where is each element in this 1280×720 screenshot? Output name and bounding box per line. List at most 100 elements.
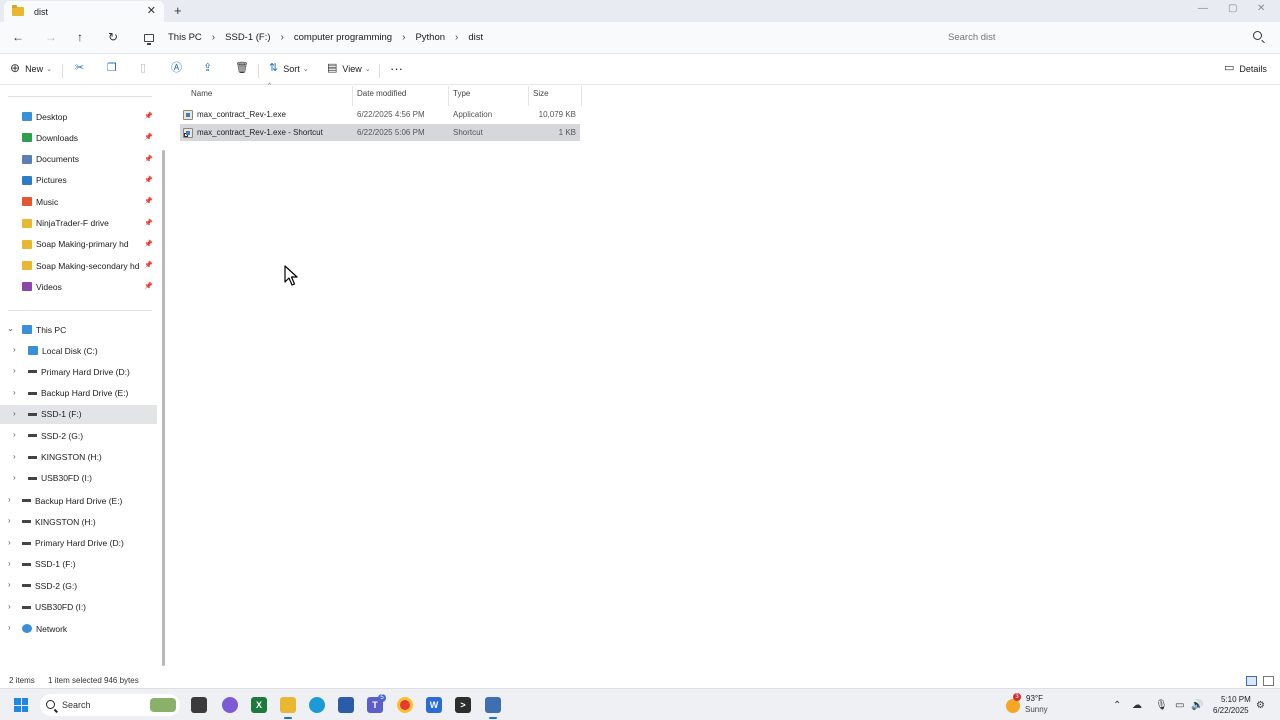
- volume-icon[interactable]: 🔊: [1191, 700, 1203, 711]
- search-input[interactable]: [948, 32, 1228, 43]
- sidebar-item-kingston-h-[interactable]: › KINGSTON (H:): [0, 448, 157, 467]
- onedrive-icon[interactable]: ☁: [1132, 700, 1142, 711]
- search-box[interactable]: [940, 26, 1270, 49]
- sidebar-item-ninjatrader-f-drive[interactable]: NinjaTrader-F drive 📌: [0, 214, 157, 233]
- sidebar-drive-backup-hard-drive-e-[interactable]: › Backup Hard Drive (E:): [0, 491, 157, 510]
- sort-button[interactable]: ⇅ Sort ⌄: [269, 63, 309, 74]
- sidebar-item-usb30fd-i-[interactable]: › USB30FD (I:): [0, 469, 157, 488]
- pin-icon[interactable]: 📌: [144, 155, 153, 163]
- column-header-name[interactable]: Name: [191, 89, 212, 98]
- refresh-icon[interactable]: ↻: [108, 30, 118, 44]
- breadcrumb-python[interactable]: Python: [415, 32, 445, 43]
- network-status-icon[interactable]: ▭: [1175, 700, 1184, 711]
- sidebar-drive-kingston-h-[interactable]: › KINGSTON (H:): [0, 512, 157, 531]
- chevron-right-icon[interactable]: ›: [13, 409, 16, 418]
- breadcrumb-dist[interactable]: dist: [468, 32, 483, 43]
- file-explorer-icon[interactable]: [280, 697, 296, 719]
- view-button[interactable]: ▤ View ⌄: [327, 63, 371, 74]
- new-button[interactable]: ⊕ New ⌄: [10, 62, 52, 74]
- forward-arrow-icon[interactable]: →: [45, 30, 57, 44]
- chevron-right-icon[interactable]: ›: [13, 345, 16, 354]
- chevron-right-icon[interactable]: ›: [8, 516, 11, 525]
- minimize-icon[interactable]: —: [1198, 3, 1208, 14]
- chevron-down-icon[interactable]: ⌄: [7, 324, 14, 333]
- chevron-up-icon[interactable]: ⌃: [1113, 700, 1121, 711]
- sidebar-item-videos[interactable]: Videos 📌: [0, 277, 157, 296]
- share-button[interactable]: ⇪: [203, 63, 212, 74]
- sidebar-item-downloads[interactable]: Downloads 📌: [0, 128, 157, 147]
- sidebar-item-music[interactable]: Music 📌: [0, 192, 157, 211]
- paste-button[interactable]: ▯: [140, 63, 146, 74]
- store-icon[interactable]: [338, 697, 354, 713]
- sidebar-item-desktop[interactable]: Desktop 📌: [0, 107, 157, 126]
- sidebar-drive-usb30fd-i-[interactable]: › USB30FD (I:): [0, 598, 157, 617]
- breadcrumb-ssd1[interactable]: SSD-1 (F:): [225, 32, 270, 43]
- chevron-right-icon[interactable]: ›: [13, 473, 16, 482]
- column-header-date-modified[interactable]: Date modified: [357, 89, 406, 98]
- sidebar-item-ssd-2-g-[interactable]: › SSD-2 (G:): [0, 426, 157, 445]
- sidebar-item-ssd-1-f-[interactable]: › SSD-1 (F:): [0, 404, 157, 424]
- close-tab-icon[interactable]: ✕: [147, 4, 156, 17]
- delete-button[interactable]: 🗑: [235, 63, 249, 74]
- file-row[interactable]: max_contract_Rev-1.exe 6/22/2025 4:56 PM…: [180, 106, 580, 123]
- column-header-size[interactable]: Size: [533, 89, 549, 98]
- excel-icon[interactable]: X: [251, 697, 267, 713]
- chevron-right-icon[interactable]: ›: [8, 580, 11, 589]
- python-app-icon[interactable]: [485, 697, 501, 719]
- start-button[interactable]: [14, 698, 28, 712]
- chevron-right-icon[interactable]: ›: [13, 366, 16, 375]
- chevron-right-icon[interactable]: ›: [8, 623, 11, 632]
- notification-icon[interactable]: ⚙: [1256, 700, 1265, 711]
- chevron-right-icon[interactable]: ›: [8, 538, 11, 547]
- up-arrow-icon[interactable]: ↑: [77, 30, 83, 44]
- sidebar-item-this-pc[interactable]: ⌄ This PC: [0, 320, 157, 339]
- cut-button[interactable]: ✂: [75, 63, 84, 74]
- breadcrumb[interactable]: This PC › SSD-1 (F:) › computer programm…: [138, 26, 934, 49]
- sidebar-item-soap-making-primary-hd[interactable]: Soap Making-primary hd 📌: [0, 235, 157, 254]
- clock-date[interactable]: 6/22/2025: [1213, 706, 1249, 715]
- sidebar-item-primary-hard-drive-d-[interactable]: › Primary Hard Drive (D:): [0, 362, 157, 381]
- chevron-right-icon[interactable]: ›: [8, 495, 11, 504]
- task-view-icon[interactable]: [191, 697, 207, 713]
- rename-button[interactable]: Ⓐ: [171, 63, 182, 74]
- copilot-icon[interactable]: [222, 697, 238, 713]
- pin-icon[interactable]: 📌: [144, 219, 153, 227]
- pin-icon[interactable]: 📌: [144, 282, 153, 290]
- pin-icon[interactable]: 📌: [144, 176, 153, 184]
- sidebar-item-backup-hard-drive-e-[interactable]: › Backup Hard Drive (E:): [0, 384, 157, 403]
- sidebar-item-pictures[interactable]: Pictures 📌: [0, 171, 157, 190]
- sidebar-drive-ssd-2-g-[interactable]: › SSD-2 (G:): [0, 576, 157, 595]
- sidebar-scrollbar[interactable]: [162, 150, 165, 666]
- details-view-icon[interactable]: [1246, 676, 1257, 686]
- sidebar-drive-ssd-1-f-[interactable]: › SSD-1 (F:): [0, 555, 157, 574]
- chevron-right-icon[interactable]: ›: [455, 32, 458, 43]
- search-icon[interactable]: [1253, 31, 1262, 40]
- breadcrumb-this-pc[interactable]: This PC: [168, 32, 202, 43]
- chevron-right-icon[interactable]: ›: [8, 559, 11, 568]
- copy-button[interactable]: ❐: [107, 63, 117, 74]
- chevron-right-icon[interactable]: ›: [402, 32, 405, 43]
- chevron-right-icon[interactable]: ›: [281, 32, 284, 43]
- chevron-right-icon[interactable]: ›: [8, 602, 11, 611]
- terminal-icon[interactable]: >: [455, 697, 471, 713]
- pin-icon[interactable]: 📌: [144, 261, 153, 269]
- sidebar-item-soap-making-secondary-hd[interactable]: Soap Making-secondary hd 📌: [0, 256, 157, 275]
- search-highlight-icon[interactable]: [150, 698, 176, 712]
- pin-icon[interactable]: 📌: [144, 240, 153, 248]
- microphone-icon[interactable]: 🎙: [1155, 700, 1168, 711]
- tiles-view-icon[interactable]: [1263, 676, 1274, 686]
- more-options-icon[interactable]: ···: [390, 61, 403, 76]
- pin-icon[interactable]: 📌: [144, 197, 153, 205]
- chrome-icon[interactable]: [397, 697, 413, 713]
- tab-dist[interactable]: dist ✕: [4, 1, 164, 22]
- details-button[interactable]: ▭ Details: [1224, 63, 1267, 74]
- file-row[interactable]: max_contract_Rev-1.exe - Shortcut 6/22/2…: [180, 124, 580, 141]
- chevron-right-icon[interactable]: ›: [13, 388, 16, 397]
- maximize-icon[interactable]: ▢: [1228, 3, 1237, 14]
- sidebar-item-documents[interactable]: Documents 📌: [0, 150, 157, 169]
- sidebar-item-local-disk-c-[interactable]: › Local Disk (C:): [0, 341, 157, 360]
- breadcrumb-computer-programming[interactable]: computer programming: [294, 32, 392, 43]
- weather-sun-icon[interactable]: [1006, 699, 1020, 713]
- sidebar-item-network[interactable]: › Network: [0, 619, 157, 638]
- chevron-right-icon[interactable]: ›: [13, 452, 16, 461]
